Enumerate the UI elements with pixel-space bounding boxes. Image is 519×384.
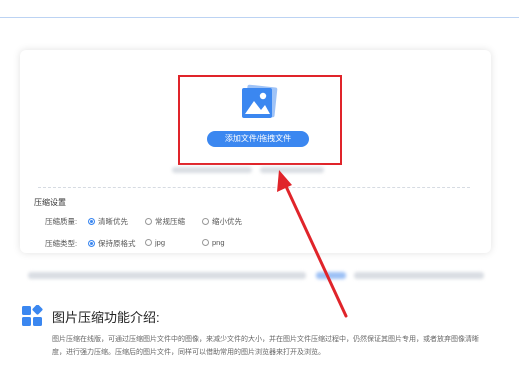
red-annotation-arrow	[277, 170, 348, 318]
